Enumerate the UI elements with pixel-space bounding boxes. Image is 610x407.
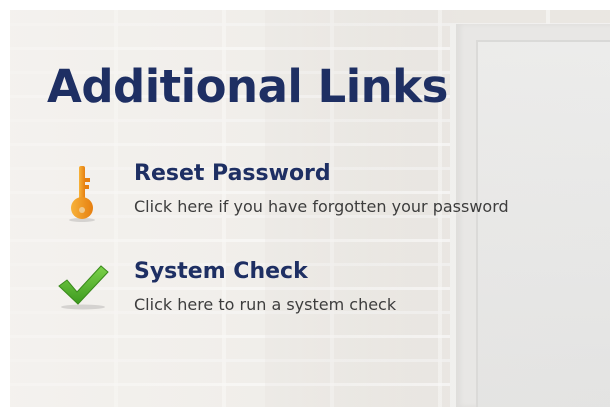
section-heading: Additional Links bbox=[47, 60, 448, 113]
link-description: Click here if you have forgotten your pa… bbox=[134, 197, 509, 216]
link-description: Click here to run a system check bbox=[134, 295, 397, 314]
checkmark-icon bbox=[58, 265, 109, 310]
additional-links-panel: Additional Links Reset Password Click he… bbox=[10, 10, 610, 407]
link-title[interactable]: Reset Password bbox=[134, 161, 331, 186]
system-check-link[interactable]: System Check Click here to run a system … bbox=[10, 258, 610, 328]
reset-password-link[interactable]: Reset Password Click here if you have fo… bbox=[10, 160, 610, 230]
link-title[interactable]: System Check bbox=[134, 259, 308, 284]
key-icon bbox=[69, 166, 95, 222]
